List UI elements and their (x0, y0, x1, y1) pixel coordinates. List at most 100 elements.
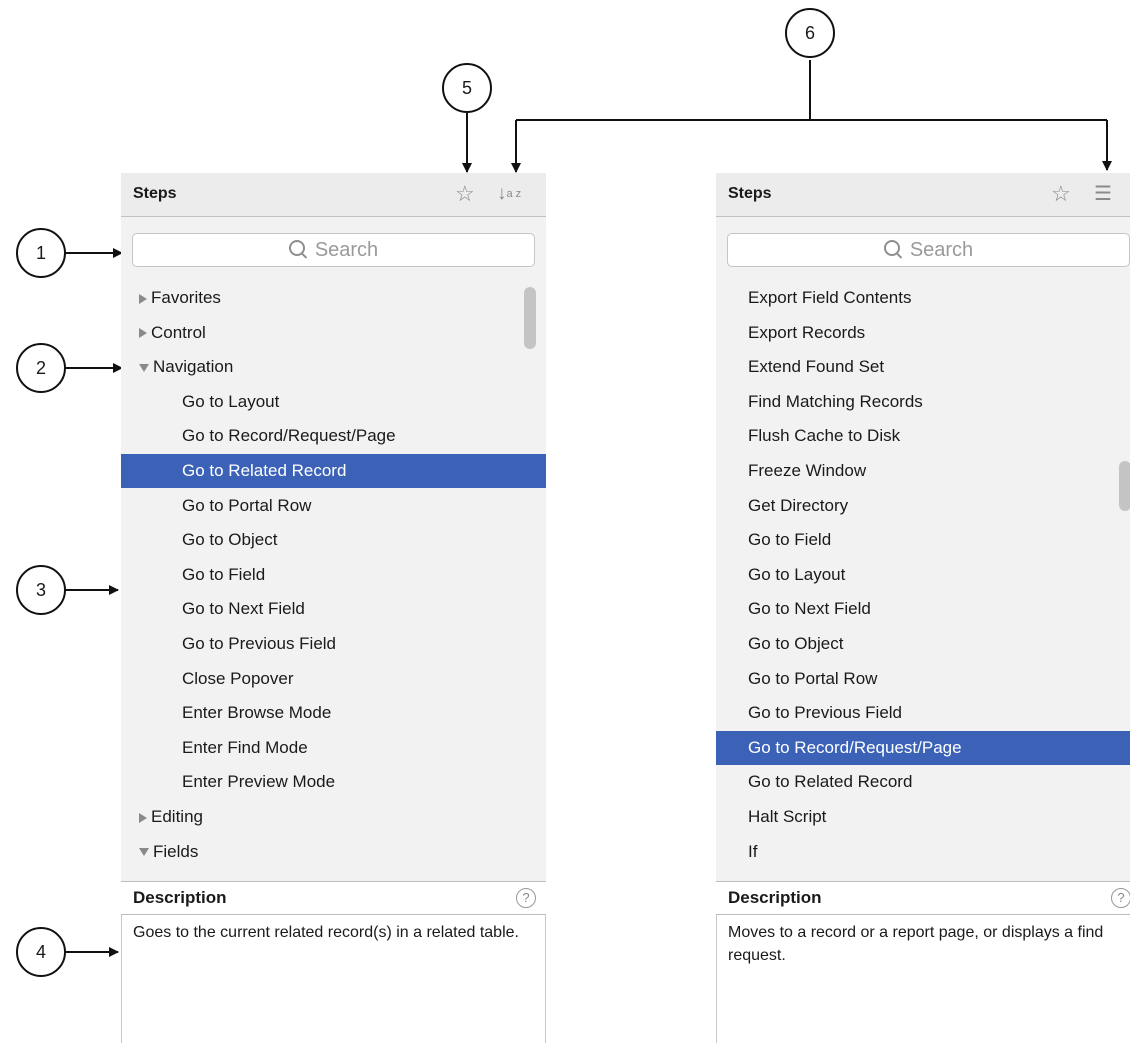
list-item-label: Get Directory (748, 495, 849, 515)
list-item-label: Fields (153, 841, 199, 861)
steps-panel-right: Steps ☆ ☰ Search Export Field Contents Ex… (716, 173, 1130, 1043)
search-input[interactable]: Search (727, 233, 1130, 267)
list-item[interactable]: Go to Related Record (716, 765, 1130, 799)
search-placeholder: Search (314, 238, 379, 261)
list-item-label: Close Popover (182, 668, 294, 688)
list-item[interactable]: Export Field Contents (716, 281, 1130, 315)
list-item[interactable]: If (716, 835, 1130, 869)
list-item[interactable]: Find Matching Records (716, 385, 1130, 419)
list-item[interactable]: Favorites (121, 281, 534, 315)
sort-alpha-icon[interactable]: ↓a z (497, 182, 521, 206)
list-item[interactable]: Enter Browse Mode (121, 696, 546, 730)
list-item-label: Enter Find Mode (182, 737, 308, 757)
list-item-label: Enter Browse Mode (182, 703, 332, 723)
callout-6: 6 (785, 8, 835, 58)
list-item[interactable]: Freeze Window (716, 454, 1130, 488)
list-item[interactable]: Go to Next Field (716, 592, 1130, 626)
list-item-label: Extend Found Set (748, 357, 885, 377)
list-item[interactable]: Go to Previous Field (716, 696, 1130, 730)
list-view-icon[interactable]: ☰ (1094, 182, 1112, 206)
disclosure-down-icon[interactable] (139, 363, 149, 372)
list-item-label: Export Records (748, 322, 866, 342)
list-item-label: Go to Portal Row (182, 495, 312, 515)
list-item-label: Flush Cache to Disk (748, 426, 901, 446)
list-item-label: Go to Object (748, 634, 844, 653)
disclosure-down-icon[interactable] (139, 848, 149, 857)
list-item-label: Go to Related Record (182, 461, 347, 480)
list-item-label: Go to Previous Field (748, 703, 903, 723)
list-item-label: Go to Related Record (748, 772, 913, 792)
steps-list[interactable]: Export Field Contents Export Records Exten… (716, 281, 1130, 881)
search-icon (288, 240, 305, 256)
list-item[interactable]: Control (121, 316, 534, 350)
list-item-label: Go to Field (748, 530, 832, 550)
list-item-label: Go to Previous Field (182, 634, 337, 653)
list-item-label: Go to Next Field (748, 599, 871, 619)
list-item-label: If (748, 841, 758, 861)
list-item-label: Go to Next Field (182, 599, 305, 619)
list-item-label: Go to Layout (182, 391, 280, 411)
description-text: Goes to the current related record(s) in… (133, 924, 519, 941)
list-item-label: Go to Object (182, 530, 278, 550)
description-title: Description (728, 888, 822, 907)
list-item[interactable]: Go to Previous Field (121, 627, 546, 661)
callout-4: 4 (16, 927, 66, 977)
list-item-label: Export Field Contents (748, 288, 912, 307)
list-item-label: Go to Field (182, 564, 266, 584)
search-placeholder: Search (909, 238, 974, 261)
description-title: Description (133, 888, 227, 907)
list-item[interactable]: Go to Field (716, 523, 1130, 557)
list-item[interactable]: Editing (121, 800, 534, 834)
list-item[interactable]: Go to Portal Row (121, 489, 546, 523)
list-item[interactable]: Halt Script (716, 800, 1130, 834)
list-item[interactable]: Close Popover (121, 662, 546, 696)
list-item-label: Freeze Window (748, 461, 867, 480)
help-icon[interactable]: ? (1111, 888, 1130, 908)
list-item[interactable]: Go to Next Field (121, 592, 546, 626)
list-item[interactable]: Get Directory (716, 489, 1130, 523)
disclosure-right-icon[interactable] (139, 812, 147, 823)
list-item[interactable]: Go to Object (716, 627, 1130, 661)
list-item-label: Go to Layout (748, 564, 846, 584)
list-item[interactable]: Go to Related Record (121, 454, 546, 488)
callout-5: 5 (442, 63, 492, 113)
disclosure-right-icon[interactable] (139, 328, 147, 339)
list-item-label: Favorites (151, 288, 221, 307)
list-item[interactable]: Enter Find Mode (121, 731, 546, 765)
callout-2: 2 (16, 343, 66, 393)
star-icon[interactable]: ☆ (1051, 182, 1071, 206)
star-icon[interactable]: ☆ (455, 182, 475, 206)
list-item[interactable]: Go to Field (121, 558, 546, 592)
list-item-label: Halt Script (748, 807, 827, 826)
steps-list[interactable]: Favorites Control Navigation Go to Layout Go… (121, 281, 546, 881)
list-item-label: Editing (151, 807, 203, 826)
list-item[interactable]: Go to Portal Row (716, 662, 1130, 696)
description-header: Description ? (121, 881, 546, 915)
list-item[interactable]: Extend Found Set (716, 350, 1130, 384)
list-item[interactable]: Go to Layout (716, 558, 1130, 592)
list-item[interactable]: Go to Object (121, 523, 546, 557)
search-input[interactable]: Search (132, 233, 535, 267)
callout-1: 1 (16, 228, 66, 278)
description-text: Moves to a record or a report page, or d… (728, 924, 1104, 964)
list-item[interactable]: Navigation (121, 350, 534, 384)
list-item-label: Go to Portal Row (748, 668, 878, 688)
search-icon (883, 240, 900, 256)
list-item-label: Go to Record/Request/Page (182, 426, 396, 446)
list-item-label: Navigation (153, 357, 234, 377)
list-item[interactable]: Go to Record/Request/Page (121, 419, 546, 453)
list-item[interactable]: Fields (121, 835, 534, 869)
list-item[interactable]: Go to Layout (121, 385, 546, 419)
callout-3: 3 (16, 565, 66, 615)
steps-header: Steps ☆ ☰ (716, 173, 1130, 217)
disclosure-right-icon[interactable] (139, 293, 147, 304)
list-item[interactable]: Export Records (716, 316, 1130, 350)
list-item[interactable]: Go to Record/Request/Page (716, 730, 1130, 765)
list-item[interactable]: Enter Preview Mode (121, 765, 546, 799)
steps-header: Steps ☆ ↓a z (121, 173, 546, 217)
steps-title: Steps (133, 185, 177, 202)
list-item[interactable]: Flush Cache to Disk (716, 419, 1130, 453)
steps-title: Steps (728, 185, 772, 202)
list-item-label: Go to Record/Request/Page (748, 737, 962, 757)
help-icon[interactable]: ? (516, 888, 536, 908)
